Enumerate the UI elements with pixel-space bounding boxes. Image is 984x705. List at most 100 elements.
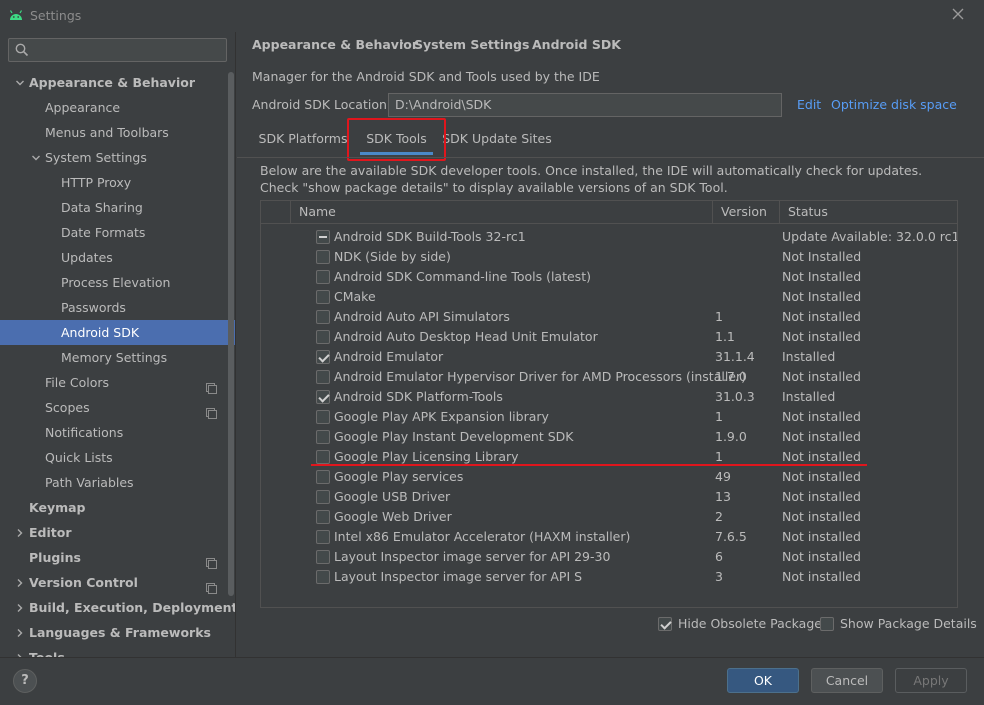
sidebar-item-keymap[interactable]: Keymap xyxy=(0,495,235,520)
row-checkbox[interactable] xyxy=(316,430,330,444)
sidebar-item-plugins[interactable]: Plugins xyxy=(0,545,235,570)
row-checkbox[interactable] xyxy=(316,530,330,544)
row-checkbox[interactable] xyxy=(316,330,330,344)
dialog-footer: ? OK Cancel Apply xyxy=(0,657,984,705)
cell-name: Android SDK Platform-Tools xyxy=(334,389,503,404)
cell-version: 31.1.4 xyxy=(715,349,755,364)
row-checkbox[interactable] xyxy=(316,370,330,384)
cell-name: Android SDK Command-line Tools (latest) xyxy=(334,269,591,284)
breadcrumb-appearance-behavior[interactable]: Appearance & Behavior xyxy=(252,37,418,52)
ok-button[interactable]: OK xyxy=(727,668,799,693)
breadcrumb-system-settings[interactable]: System Settings xyxy=(414,37,529,52)
sidebar-item-android-sdk[interactable]: Android SDK xyxy=(0,320,235,345)
sidebar-item-path-variables[interactable]: Path Variables xyxy=(0,470,235,495)
table-row[interactable]: Google Play Instant Development SDK 1.9.0… xyxy=(261,427,957,447)
row-checkbox[interactable] xyxy=(316,450,330,464)
sdk-location-field[interactable]: D:\Android\SDK xyxy=(388,93,782,117)
row-checkbox[interactable] xyxy=(316,550,330,564)
tabs-divider xyxy=(237,157,984,158)
cancel-button[interactable]: Cancel xyxy=(811,668,883,693)
row-checkbox[interactable] xyxy=(316,270,330,284)
apply-button[interactable]: Apply xyxy=(895,668,967,693)
sidebar-item-data-sharing[interactable]: Data Sharing xyxy=(0,195,235,220)
sidebar-item-label: Tools xyxy=(29,645,65,657)
sidebar-item-label: Quick Lists xyxy=(45,450,113,465)
android-studio-icon xyxy=(9,10,23,20)
table-row[interactable]: Google USB Driver 13 Not installed xyxy=(261,487,957,507)
close-icon[interactable] xyxy=(948,4,968,24)
hide-obsolete-checkbox[interactable] xyxy=(658,617,672,631)
chevron-down-icon[interactable] xyxy=(30,145,42,170)
table-row[interactable]: Layout Inspector image server for API S 3… xyxy=(261,567,957,587)
cell-name: Google Play Instant Development SDK xyxy=(334,429,574,444)
table-row[interactable]: NDK (Side by side) Not Installed xyxy=(261,247,957,267)
row-checkbox[interactable] xyxy=(316,350,330,364)
chevron-right-icon[interactable] xyxy=(14,595,26,620)
sidebar-item-languages-frameworks[interactable]: Languages & Frameworks xyxy=(0,620,235,645)
sidebar-item-file-colors[interactable]: File Colors xyxy=(0,370,235,395)
table-row[interactable]: Android Auto API Simulators 1 Not installe… xyxy=(261,307,957,327)
sidebar-item-editor[interactable]: Editor xyxy=(0,520,235,545)
table-row[interactable]: Google Play APK Expansion library 1 Not in… xyxy=(261,407,957,427)
cell-name: Google Play APK Expansion library xyxy=(334,409,549,424)
sidebar-item-updates[interactable]: Updates xyxy=(0,245,235,270)
table-row[interactable]: Android Auto Desktop Head Unit Emulator 1… xyxy=(261,327,957,347)
column-header-version[interactable]: Version xyxy=(712,201,779,223)
sidebar-item-system-settings[interactable]: System Settings xyxy=(0,145,235,170)
tab-sdk-update-sites[interactable]: SDK Update Sites xyxy=(442,124,552,158)
column-header-name[interactable]: Name xyxy=(290,201,712,223)
row-checkbox[interactable] xyxy=(316,290,330,304)
tab-sdk-tools[interactable]: SDK Tools xyxy=(352,124,441,158)
sidebar-item-http-proxy[interactable]: HTTP Proxy xyxy=(0,170,235,195)
sidebar-item-quick-lists[interactable]: Quick Lists xyxy=(0,445,235,470)
sidebar-item-build-execution-deployment[interactable]: Build, Execution, Deployment xyxy=(0,595,235,620)
table-row[interactable]: Google Web Driver 2 Not installed xyxy=(261,507,957,527)
sidebar-item-menus-and-toolbars[interactable]: Menus and Toolbars xyxy=(0,120,235,145)
sidebar-item-passwords[interactable]: Passwords xyxy=(0,295,235,320)
row-checkbox[interactable] xyxy=(316,410,330,424)
row-checkbox[interactable] xyxy=(316,470,330,484)
row-checkbox[interactable] xyxy=(316,570,330,584)
show-details-checkbox[interactable] xyxy=(820,617,834,631)
table-row[interactable]: Android Emulator 31.1.4 Installed xyxy=(261,347,957,367)
chevron-right-icon[interactable] xyxy=(14,520,26,545)
search-input[interactable] xyxy=(35,41,220,59)
row-checkbox[interactable] xyxy=(316,490,330,504)
sidebar-item-label: Appearance & Behavior xyxy=(29,75,195,90)
table-row[interactable]: Android SDK Build-Tools 32-rc1 Update Ava… xyxy=(261,227,957,247)
table-row[interactable]: Google Play services 49 Not installed xyxy=(261,467,957,487)
sidebar-item-memory-settings[interactable]: Memory Settings xyxy=(0,345,235,370)
chevron-right-icon[interactable] xyxy=(14,620,26,645)
help-icon[interactable]: ? xyxy=(13,669,37,693)
row-checkbox[interactable] xyxy=(316,310,330,324)
optimize-disk-space-link[interactable]: Optimize disk space xyxy=(831,97,957,112)
table-row[interactable]: Layout Inspector image server for API 29… xyxy=(261,547,957,567)
table-row[interactable]: Android Emulator Hypervisor Driver for A… xyxy=(261,367,957,387)
column-header-status[interactable]: Status xyxy=(779,201,957,223)
table-row[interactable]: CMake Not Installed xyxy=(261,287,957,307)
row-checkbox[interactable] xyxy=(316,510,330,524)
edit-link[interactable]: Edit xyxy=(797,97,821,112)
chevron-right-icon[interactable] xyxy=(14,645,26,657)
sidebar-item-appearance[interactable]: Appearance xyxy=(0,95,235,120)
sidebar-item-notifications[interactable]: Notifications xyxy=(0,420,235,445)
chevron-right-icon[interactable] xyxy=(14,570,26,595)
chevron-down-icon[interactable] xyxy=(14,70,26,95)
sidebar-item-version-control[interactable]: Version Control xyxy=(0,570,235,595)
table-row[interactable]: Intel x86 Emulator Accelerator (HAXM ins… xyxy=(261,527,957,547)
table-row[interactable]: Android SDK Command-line Tools (latest) N… xyxy=(261,267,957,287)
sidebar-item-tools[interactable]: Tools xyxy=(0,645,235,657)
sidebar-item-process-elevation[interactable]: Process Elevation xyxy=(0,270,235,295)
cell-name: Intel x86 Emulator Accelerator (HAXM ins… xyxy=(334,529,631,544)
sidebar-scrollbar[interactable] xyxy=(228,72,234,596)
sidebar-item-date-formats[interactable]: Date Formats xyxy=(0,220,235,245)
breadcrumb-separator-icon: › xyxy=(517,36,523,51)
row-checkbox[interactable] xyxy=(316,390,330,404)
settings-search[interactable] xyxy=(8,38,227,62)
sidebar-item-scopes[interactable]: Scopes xyxy=(0,395,235,420)
table-row[interactable]: Android SDK Platform-Tools 31.0.3 Installe… xyxy=(261,387,957,407)
sidebar-item-appearance-behavior[interactable]: Appearance & Behavior xyxy=(0,70,235,95)
tab-sdk-platforms[interactable]: SDK Platforms xyxy=(255,124,351,158)
row-checkbox[interactable] xyxy=(316,230,330,244)
row-checkbox[interactable] xyxy=(316,250,330,264)
